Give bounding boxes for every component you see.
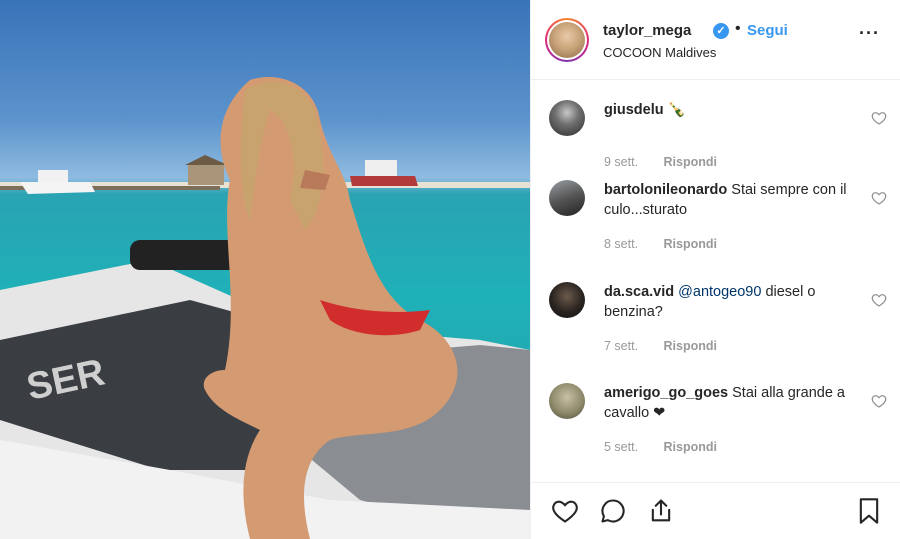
commenter-avatar[interactable] [549, 100, 585, 136]
comments-list: giusdelu 🍾 9 sett. Rispondi bartolonileo… [531, 80, 900, 480]
commenter-avatar[interactable] [549, 282, 585, 318]
verified-badge-icon: ✓ [713, 23, 729, 39]
post-photo-illustration: SER [0, 76, 530, 539]
comment-text: amerigo_go_goes Stai alla grande a caval… [604, 383, 859, 423]
comment-username[interactable]: giusdelu [604, 102, 664, 118]
more-options-icon[interactable]: ··· [859, 24, 880, 42]
comment-like-heart-icon[interactable] [871, 292, 887, 308]
comment-username[interactable]: da.sca.vid [604, 284, 674, 300]
post-photo[interactable]: SER [0, 0, 530, 539]
share-icon[interactable] [647, 497, 675, 525]
post-actions-bar [531, 482, 900, 539]
comment-text: giusdelu 🍾 [604, 100, 859, 120]
comment-icon[interactable] [599, 497, 627, 525]
comment-meta: 8 sett. Rispondi [604, 237, 717, 251]
author-avatar[interactable] [545, 18, 589, 62]
comment-like-heart-icon[interactable] [871, 393, 887, 409]
comment-like-heart-icon[interactable] [871, 190, 887, 206]
heart-icon[interactable] [551, 497, 579, 525]
comment-meta: 7 sett. Rispondi [604, 339, 717, 353]
follow-button[interactable]: Segui [747, 22, 788, 39]
comment-username[interactable]: bartolonileonardo [604, 182, 727, 198]
comment-text: bartolonileonardo Stai sempre con il cul… [604, 180, 859, 220]
comment-like-heart-icon[interactable] [871, 110, 887, 126]
author-username[interactable]: taylor_mega [603, 22, 691, 39]
separator-dot: • [735, 20, 741, 37]
reply-button[interactable]: Rispondi [664, 440, 717, 454]
bookmark-icon[interactable] [855, 497, 883, 525]
commenter-avatar[interactable] [549, 383, 585, 419]
comment-username[interactable]: amerigo_go_goes [604, 385, 728, 401]
reply-button[interactable]: Rispondi [664, 155, 717, 169]
post-location[interactable]: COCOON Maldives [603, 45, 716, 60]
comment-time: 9 sett. [604, 155, 639, 169]
comment-meta: 9 sett. Rispondi [604, 155, 717, 169]
post-side-panel: taylor_mega ✓ • Segui COCOON Maldives ··… [530, 0, 900, 539]
commenter-avatar[interactable] [549, 180, 585, 216]
reply-button[interactable]: Rispondi [664, 237, 717, 251]
comment-text: da.sca.vid @antogeo90 diesel o benzina? [604, 282, 859, 322]
comment-time: 5 sett. [604, 440, 639, 454]
comment-mention[interactable]: @antogeo90 [678, 284, 761, 300]
comment-time: 7 sett. [604, 339, 639, 353]
comment-body: 🍾 [667, 102, 686, 118]
post-header: taylor_mega ✓ • Segui COCOON Maldives ··… [531, 0, 900, 80]
comment-meta: 5 sett. Rispondi [604, 440, 717, 454]
reply-button[interactable]: Rispondi [664, 339, 717, 353]
comment-time: 8 sett. [604, 237, 639, 251]
